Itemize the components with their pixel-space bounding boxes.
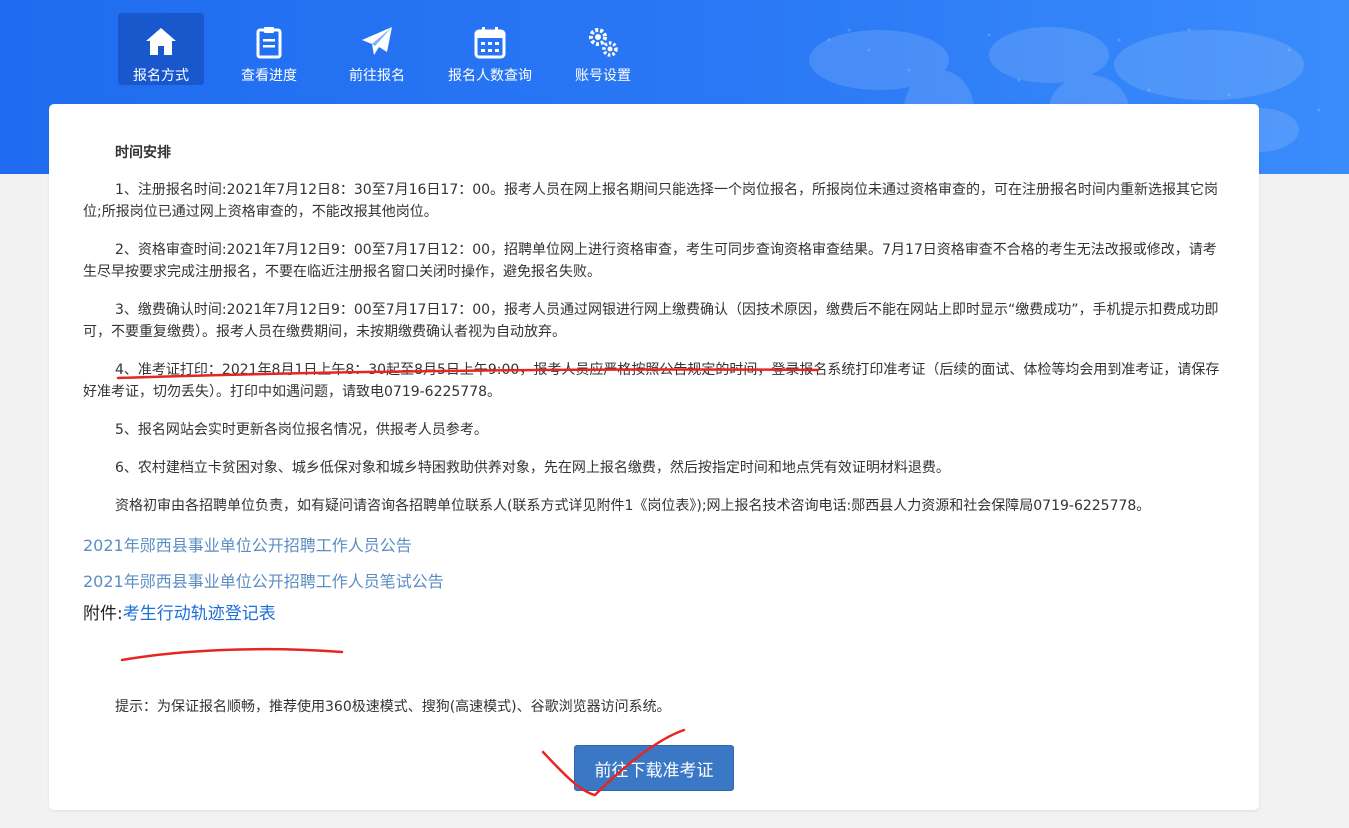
main-content-card: 时间安排 1、注册报名时间:2021年7月12日8：30至7月16日17：00。…: [49, 104, 1259, 810]
schedule-paragraph-4: 4、准考证打印：2021年8月1日上午8：30起至8月5日上午9:00，报考人员…: [83, 362, 1220, 400]
nav-item-label: 报名方式: [133, 68, 189, 84]
nav-item-label: 报名人数查询: [448, 68, 532, 84]
nav-item-account-settings[interactable]: 账号设置: [560, 13, 646, 85]
attachment-line: 附件:考生行动轨迹登记表: [83, 603, 1223, 625]
nav-item-label: 查看进度: [241, 68, 297, 84]
nav-item-registration-method[interactable]: 报名方式: [118, 13, 204, 85]
attachment-link-travel-record-form[interactable]: 考生行动轨迹登记表: [123, 604, 276, 624]
schedule-paragraph-3: 3、缴费确认时间:2021年7月12日9：00至7月17日17：00，报考人员通…: [83, 302, 1219, 340]
nav-item-view-progress[interactable]: 查看进度: [226, 13, 312, 85]
calendar-icon: [474, 27, 506, 59]
announcement-link-written-exam[interactable]: 2021年郧西县事业单位公开招聘工作人员笔试公告: [83, 571, 1223, 593]
announcement-link-recruitment[interactable]: 2021年郧西县事业单位公开招聘工作人员公告: [83, 535, 1223, 557]
top-navigation: 报名方式 查看进度 前往报名 报名人数查询 账号设置: [118, 13, 668, 85]
schedule-paragraph-5: 5、报名网站会实时更新各岗位报名情况，供报考人员参考。: [115, 422, 488, 438]
schedule-paragraph-1: 1、注册报名时间:2021年7月12日8：30至7月16日17：00。报考人员在…: [83, 182, 1219, 220]
schedule-content: 时间安排 1、注册报名时间:2021年7月12日8：30至7月16日17：00。…: [83, 142, 1223, 625]
gears-icon: [589, 28, 618, 57]
home-icon: [146, 28, 176, 55]
nav-item-label: 账号设置: [575, 68, 631, 84]
schedule-paragraph-6: 6、农村建档立卡贫困对象、城乡低保对象和城乡特困救助供养对象，先在网上报名缴费，…: [115, 460, 950, 476]
nav-item-applicant-count[interactable]: 报名人数查询: [442, 13, 538, 85]
attachment-prefix: 附件:: [83, 604, 123, 624]
contact-paragraph: 资格初审由各招聘单位负责，如有疑问请咨询各招聘单位联系人(联系方式详见附件1《岗…: [115, 498, 1151, 514]
nav-item-label: 前往报名: [349, 68, 405, 84]
clipboard-icon: [256, 27, 282, 59]
schedule-paragraph-2: 2、资格审查时间:2021年7月12日9：00至7月17日12：00，招聘单位网…: [83, 242, 1217, 280]
paper-plane-icon: [362, 27, 392, 55]
nav-item-go-register[interactable]: 前往报名: [334, 13, 420, 85]
download-admission-ticket-button[interactable]: 前往下载准考证: [574, 745, 734, 791]
section-title: 时间安排: [115, 145, 171, 161]
browser-tip: 提示：为保证报名顺畅，推荐使用360极速模式、搜狗(高速模式)、谷歌浏览器访问系…: [115, 699, 671, 715]
